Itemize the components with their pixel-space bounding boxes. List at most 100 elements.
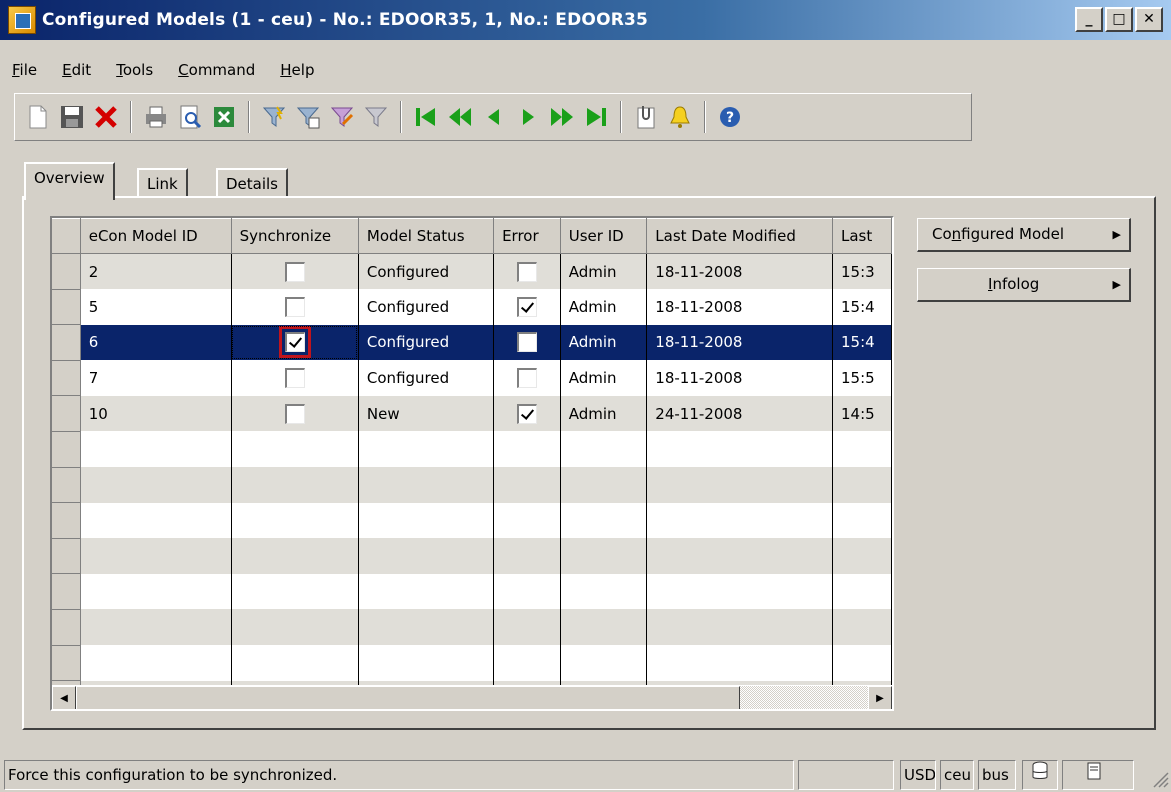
- cell-last-time[interactable]: [832, 502, 892, 539]
- cell-model-status[interactable]: [358, 573, 495, 610]
- cell-last-time[interactable]: 15:3: [832, 253, 892, 290]
- cell-last-time[interactable]: [832, 645, 892, 681]
- help-icon[interactable]: ?: [713, 100, 747, 134]
- next-page-icon[interactable]: [545, 100, 579, 134]
- cell-synchronize[interactable]: [231, 431, 359, 468]
- row-selector[interactable]: [52, 537, 81, 575]
- database-icon[interactable]: [1022, 760, 1058, 790]
- infolog-button[interactable]: Infolog ▶: [917, 268, 1131, 302]
- empty-table-row[interactable]: [52, 466, 892, 504]
- menu-edit[interactable]: Edit: [50, 56, 104, 84]
- cell-last-date-modified[interactable]: 18-11-2008: [646, 324, 833, 361]
- cell-last-time[interactable]: 14:5: [832, 395, 892, 432]
- new-icon[interactable]: [21, 100, 55, 134]
- cell-error[interactable]: [493, 289, 561, 325]
- cell-error[interactable]: [493, 431, 561, 468]
- server-icon[interactable]: [1062, 760, 1134, 790]
- synchronize-checkbox[interactable]: [284, 403, 305, 424]
- cell-user-id[interactable]: [560, 609, 648, 646]
- table-row[interactable]: 10 New Admin 24-11-2008 14:5: [52, 395, 892, 432]
- first-record-icon[interactable]: [409, 100, 443, 134]
- save-icon[interactable]: [55, 100, 89, 134]
- cell-model-status[interactable]: [358, 467, 495, 503]
- status-company[interactable]: ceu: [940, 760, 974, 790]
- cell-econ-model-id[interactable]: [80, 609, 232, 646]
- row-selector[interactable]: [52, 502, 81, 539]
- cell-model-status[interactable]: Configured: [358, 289, 495, 325]
- cell-last-date-modified[interactable]: [646, 467, 833, 503]
- cell-user-id[interactable]: Admin: [560, 253, 648, 290]
- cell-last-date-modified[interactable]: 18-11-2008: [646, 360, 833, 396]
- cell-econ-model-id[interactable]: 10: [80, 395, 232, 432]
- attachments-icon[interactable]: [629, 100, 663, 134]
- column-header-last-date-modified[interactable]: Last Date Modified: [646, 218, 833, 254]
- cell-model-status[interactable]: [358, 502, 495, 539]
- cell-error[interactable]: [493, 538, 561, 574]
- cell-econ-model-id[interactable]: 5: [80, 289, 232, 325]
- cell-synchronize[interactable]: [231, 609, 359, 646]
- cell-model-status[interactable]: Configured: [358, 253, 495, 290]
- cell-user-id[interactable]: Admin: [560, 324, 648, 361]
- cell-synchronize[interactable]: [231, 502, 359, 539]
- row-selector[interactable]: [52, 359, 81, 397]
- delete-icon[interactable]: [89, 100, 123, 134]
- title-bar[interactable]: Configured Models (1 - ceu) - No.: EDOOR…: [0, 0, 1171, 40]
- cell-last-date-modified[interactable]: [646, 538, 833, 574]
- excel-icon[interactable]: [207, 100, 241, 134]
- cell-last-date-modified[interactable]: 18-11-2008: [646, 289, 833, 325]
- cell-model-status[interactable]: Configured: [358, 324, 495, 361]
- cell-last-date-modified[interactable]: [646, 645, 833, 681]
- advanced-filter-icon[interactable]: [325, 100, 359, 134]
- cell-user-id[interactable]: [560, 467, 648, 503]
- scroll-right-button[interactable]: ▶: [868, 686, 892, 709]
- print-icon[interactable]: [139, 100, 173, 134]
- remove-filter-icon[interactable]: [359, 100, 393, 134]
- cell-error[interactable]: [493, 360, 561, 396]
- cell-user-id[interactable]: Admin: [560, 289, 648, 325]
- cell-model-status[interactable]: [358, 538, 495, 574]
- cell-synchronize[interactable]: [231, 467, 359, 503]
- alert-icon[interactable]: [663, 100, 697, 134]
- cell-last-time[interactable]: [832, 538, 892, 574]
- empty-table-row[interactable]: [52, 537, 892, 575]
- cell-econ-model-id[interactable]: [80, 431, 232, 468]
- tab-overview[interactable]: Overview: [24, 162, 115, 200]
- row-selector-header[interactable]: [52, 218, 81, 254]
- cell-last-time[interactable]: [832, 573, 892, 610]
- menu-command[interactable]: Command: [166, 56, 268, 84]
- empty-table-row[interactable]: [52, 644, 892, 682]
- menu-help[interactable]: Help: [268, 56, 327, 84]
- cell-synchronize[interactable]: [231, 538, 359, 574]
- next-record-icon[interactable]: [511, 100, 545, 134]
- cell-model-status[interactable]: [358, 645, 495, 681]
- empty-table-row[interactable]: [52, 608, 892, 646]
- column-header-model-status[interactable]: Model Status: [358, 218, 495, 254]
- row-selector[interactable]: [52, 324, 81, 361]
- error-checkbox[interactable]: [516, 403, 537, 424]
- cell-user-id[interactable]: [560, 502, 648, 539]
- table-row[interactable]: 5 Configured Admin 18-11-2008 15:4: [52, 288, 892, 326]
- cell-last-time[interactable]: [832, 609, 892, 646]
- cell-error[interactable]: [493, 253, 561, 290]
- cell-last-time[interactable]: 15:5: [832, 360, 892, 396]
- cell-user-id[interactable]: Admin: [560, 395, 648, 432]
- error-checkbox[interactable]: [516, 261, 537, 282]
- row-selector[interactable]: [52, 644, 81, 682]
- column-header-synchronize[interactable]: Synchronize: [231, 218, 359, 254]
- cell-user-id[interactable]: [560, 645, 648, 681]
- cell-econ-model-id[interactable]: 2: [80, 253, 232, 290]
- horizontal-scrollbar[interactable]: ◀ ▶: [52, 685, 892, 709]
- cell-user-id[interactable]: [560, 538, 648, 574]
- cell-last-date-modified[interactable]: [646, 609, 833, 646]
- status-currency[interactable]: USD: [900, 760, 936, 790]
- error-checkbox[interactable]: [516, 332, 537, 353]
- cell-error[interactable]: [493, 645, 561, 681]
- cell-error[interactable]: [493, 395, 561, 432]
- cell-last-date-modified[interactable]: 18-11-2008: [646, 253, 833, 290]
- cell-last-time[interactable]: [832, 467, 892, 503]
- tab-details[interactable]: Details: [216, 168, 289, 198]
- synchronize-checkbox[interactable]: [284, 261, 305, 282]
- column-header-last-time[interactable]: Last: [832, 218, 892, 254]
- cell-model-status[interactable]: Configured: [358, 360, 495, 396]
- cell-last-date-modified[interactable]: [646, 431, 833, 468]
